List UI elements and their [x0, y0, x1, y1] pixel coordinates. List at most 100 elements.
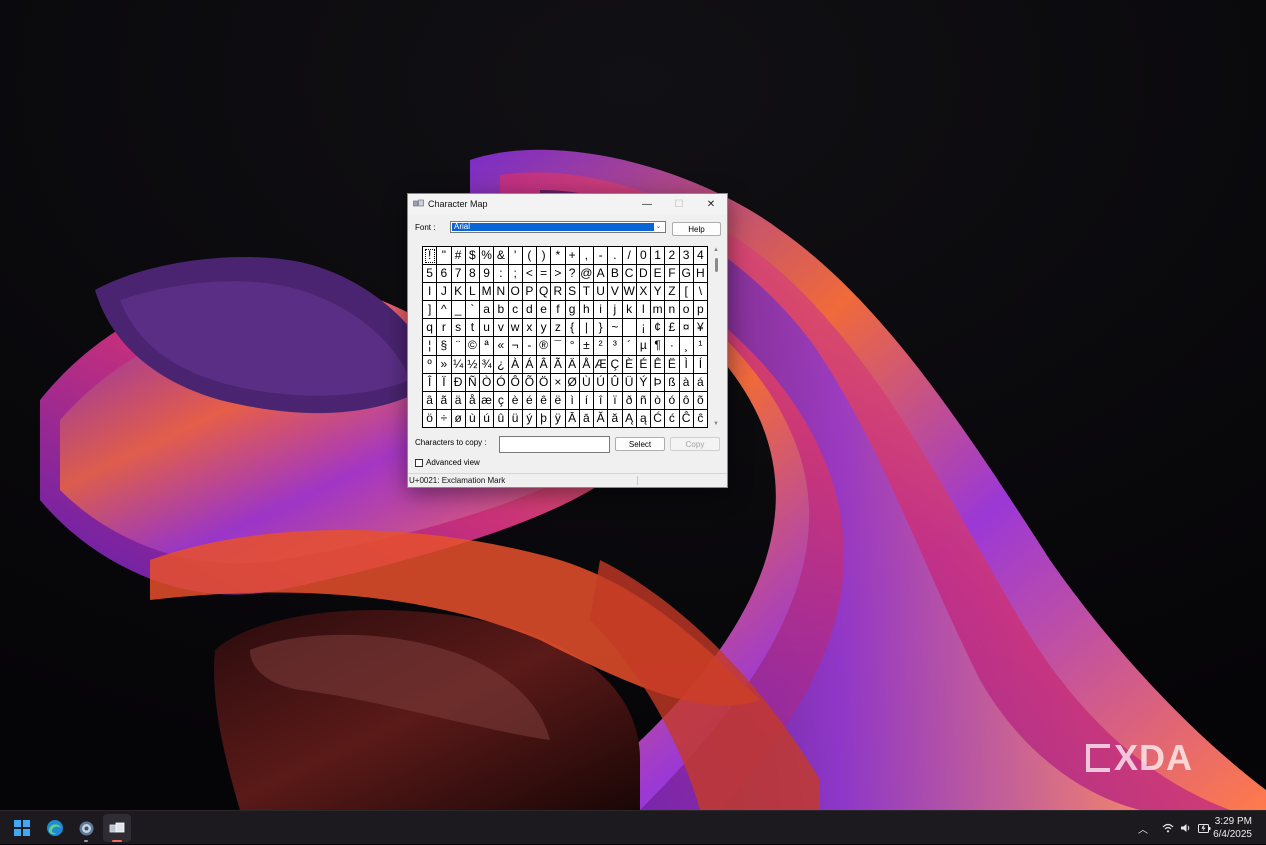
char-cell[interactable]: 0 — [636, 247, 651, 266]
char-cell[interactable]: ¼ — [451, 355, 466, 374]
char-cell[interactable]: ¿ — [494, 355, 509, 374]
char-cell[interactable]: Ă — [594, 409, 609, 428]
char-cell[interactable]: ý — [522, 409, 537, 428]
char-cell[interactable]: ò — [651, 391, 666, 410]
char-cell[interactable]: þ — [537, 409, 552, 428]
char-cell[interactable]: ä — [451, 391, 466, 410]
char-cell[interactable]: S — [565, 283, 580, 302]
char-cell[interactable]: È — [622, 355, 637, 374]
char-cell[interactable]: ß — [665, 373, 680, 392]
battery-icon[interactable] — [1198, 823, 1211, 833]
char-cell[interactable]: # — [451, 247, 466, 266]
char-cell[interactable]: | — [579, 319, 594, 338]
char-cell[interactable]: _ — [451, 301, 466, 320]
char-cell[interactable]: Ì — [679, 355, 694, 374]
char-cell[interactable]: ' — [508, 247, 523, 266]
char-cell[interactable]: p — [693, 301, 708, 320]
char-cell[interactable]: } — [594, 319, 609, 338]
char-cell[interactable]: â — [423, 391, 438, 410]
char-cell[interactable]: Ñ — [465, 373, 480, 392]
char-cell[interactable]: ì — [565, 391, 580, 410]
char-cell[interactable]: ÿ — [551, 409, 566, 428]
advanced-view-checkbox-row[interactable]: Advanced view — [415, 458, 480, 467]
char-cell[interactable]: . — [608, 247, 623, 266]
char-cell[interactable]: ¢ — [651, 319, 666, 338]
char-cell[interactable]: ¨ — [451, 337, 466, 356]
chevron-down-icon[interactable]: ⌄ — [653, 222, 664, 232]
char-cell[interactable]: Ĉ — [679, 409, 694, 428]
char-cell[interactable]: o — [679, 301, 694, 320]
char-cell[interactable]: à — [679, 373, 694, 392]
char-cell[interactable]: + — [565, 247, 580, 266]
char-cell[interactable]: N — [494, 283, 509, 302]
char-cell[interactable]: á — [693, 373, 708, 392]
char-cell[interactable]: = — [537, 265, 552, 284]
char-cell[interactable]: ! — [423, 247, 438, 266]
char-cell[interactable]: ć — [665, 409, 680, 428]
char-cell[interactable]: P — [522, 283, 537, 302]
char-cell[interactable]: \ — [693, 283, 708, 302]
char-cell[interactable]: m — [651, 301, 666, 320]
char-cell[interactable]: Í — [693, 355, 708, 374]
char-cell[interactable]: e — [537, 301, 552, 320]
char-cell[interactable]: î — [594, 391, 609, 410]
char-cell[interactable]: Ï — [437, 373, 452, 392]
char-cell[interactable]: é — [522, 391, 537, 410]
chevron-up-icon[interactable]: ︿ — [1138, 821, 1148, 836]
char-cell[interactable]: g — [565, 301, 580, 320]
maximize-button[interactable]: ☐ — [663, 194, 695, 214]
char-cell[interactable]: ó — [665, 391, 680, 410]
char-cell[interactable]: ¦ — [423, 337, 438, 356]
char-cell[interactable]: © — [465, 337, 480, 356]
char-cell[interactable]: § — [437, 337, 452, 356]
char-cell[interactable]: X — [636, 283, 651, 302]
char-cell[interactable]: ą — [636, 409, 651, 428]
char-cell[interactable]: ï — [608, 391, 623, 410]
char-cell[interactable]: ½ — [465, 355, 480, 374]
char-cell[interactable]: O — [508, 283, 523, 302]
char-cell[interactable]: ´ — [622, 337, 637, 356]
char-cell[interactable]: H — [693, 265, 708, 284]
char-cell[interactable]: ¬ — [508, 337, 523, 356]
char-cell[interactable]: ù — [465, 409, 480, 428]
char-cell[interactable]: ð — [622, 391, 637, 410]
char-cell[interactable]: Å — [579, 355, 594, 374]
character-grid[interactable]: ! " # $% & '() * +, -./0 1 2 3 4 5 6 7 8 9:; < = >? @ A B C D E F G H… — [422, 246, 708, 428]
char-cell[interactable]: k — [622, 301, 637, 320]
char-cell[interactable]: Â — [537, 355, 552, 374]
char-cell[interactable]: l — [636, 301, 651, 320]
scroll-down-icon[interactable]: ▼ — [713, 421, 719, 427]
char-cell[interactable]: ? — [565, 265, 580, 284]
char-cell[interactable]: s — [451, 319, 466, 338]
char-cell[interactable]: º — [423, 355, 438, 374]
char-cell[interactable]: u — [480, 319, 495, 338]
char-cell[interactable]: Ø — [565, 373, 580, 392]
char-cell[interactable]: ÷ — [437, 409, 452, 428]
char-cell[interactable]: ¸ — [679, 337, 694, 356]
char-cell[interactable]: ā — [579, 409, 594, 428]
char-cell[interactable]: - — [594, 247, 609, 266]
char-cell[interactable]: Æ — [594, 355, 609, 374]
char-cell[interactable]: Ä — [565, 355, 580, 374]
char-cell[interactable]: U — [594, 283, 609, 302]
char-cell[interactable]: 5 — [423, 265, 438, 284]
char-cell[interactable]: í — [579, 391, 594, 410]
char-cell[interactable]: F — [665, 265, 680, 284]
char-cell[interactable]: « — [494, 337, 509, 356]
char-cell[interactable]: $ — [465, 247, 480, 266]
start-button[interactable] — [8, 814, 36, 842]
char-cell[interactable]: ¾ — [480, 355, 495, 374]
char-cell[interactable]: ; — [508, 265, 523, 284]
char-cell[interactable]: z — [551, 319, 566, 338]
char-cell[interactable]: ë — [551, 391, 566, 410]
char-cell[interactable]: ª — [480, 337, 495, 356]
char-cell[interactable]: @ — [579, 265, 594, 284]
char-cell[interactable]: Ü — [622, 373, 637, 392]
char-cell[interactable]: y — [537, 319, 552, 338]
char-cell[interactable]: É — [636, 355, 651, 374]
char-cell[interactable]: ¤ — [679, 319, 694, 338]
char-cell[interactable]: > — [551, 265, 566, 284]
char-cell[interactable]: Ð — [451, 373, 466, 392]
char-cell[interactable]: Ã — [551, 355, 566, 374]
char-cell[interactable]: µ — [636, 337, 651, 356]
